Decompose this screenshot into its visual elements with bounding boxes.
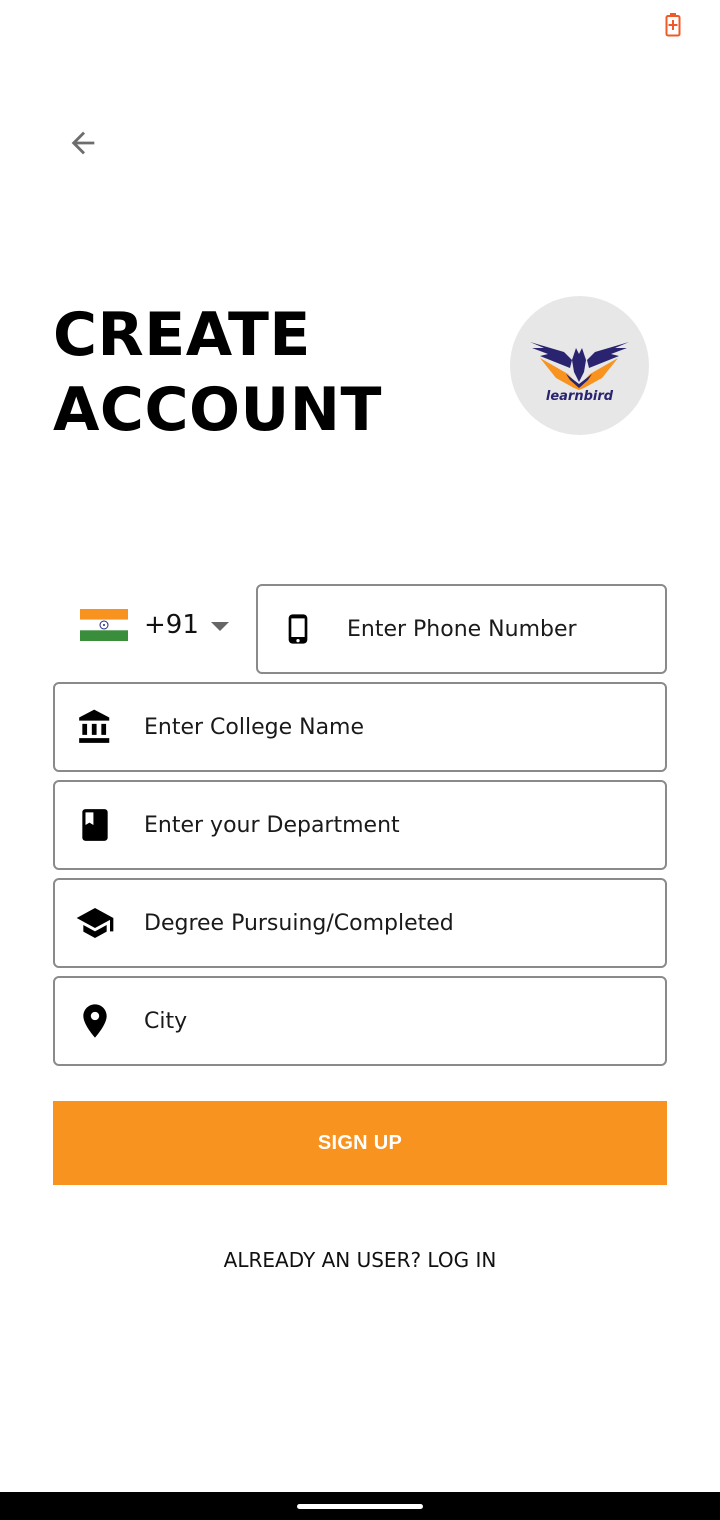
battery-icon (665, 13, 681, 37)
college-field[interactable] (53, 682, 667, 772)
bird-logo-icon: learnbird (530, 342, 629, 404)
system-navigation-bar (0, 1492, 720, 1520)
phone-field[interactable] (256, 584, 667, 674)
city-field[interactable] (53, 976, 667, 1066)
country-code-picker[interactable]: +91 (70, 590, 250, 660)
department-field[interactable] (53, 780, 667, 870)
sign-up-button[interactable]: SIGN UP (53, 1101, 667, 1185)
back-button[interactable] (58, 118, 108, 168)
chevron-down-icon (210, 621, 229, 631)
location-pin-icon (75, 1001, 115, 1041)
title-line-1: CREATE (53, 300, 311, 370)
department-input[interactable] (144, 782, 649, 868)
learnbird-logo: learnbird (510, 296, 649, 435)
page-title: CREATE ACCOUNT (53, 298, 382, 448)
book-icon (75, 805, 115, 845)
degree-input[interactable] (144, 880, 649, 966)
logo-text: learnbird (546, 389, 614, 404)
country-code: +91 (144, 610, 199, 640)
login-link[interactable]: ALREADY AN USER? LOG IN (0, 1248, 720, 1272)
institution-icon (75, 707, 115, 747)
home-gesture-handle[interactable] (297, 1504, 423, 1509)
smartphone-icon (278, 609, 318, 649)
city-input[interactable] (144, 978, 649, 1064)
degree-field[interactable] (53, 878, 667, 968)
arrow-left-icon (71, 131, 95, 155)
phone-input[interactable] (347, 586, 649, 672)
india-flag-icon (80, 609, 128, 641)
title-line-2: ACCOUNT (53, 375, 382, 445)
graduation-cap-icon (75, 903, 115, 943)
college-input[interactable] (144, 684, 649, 770)
